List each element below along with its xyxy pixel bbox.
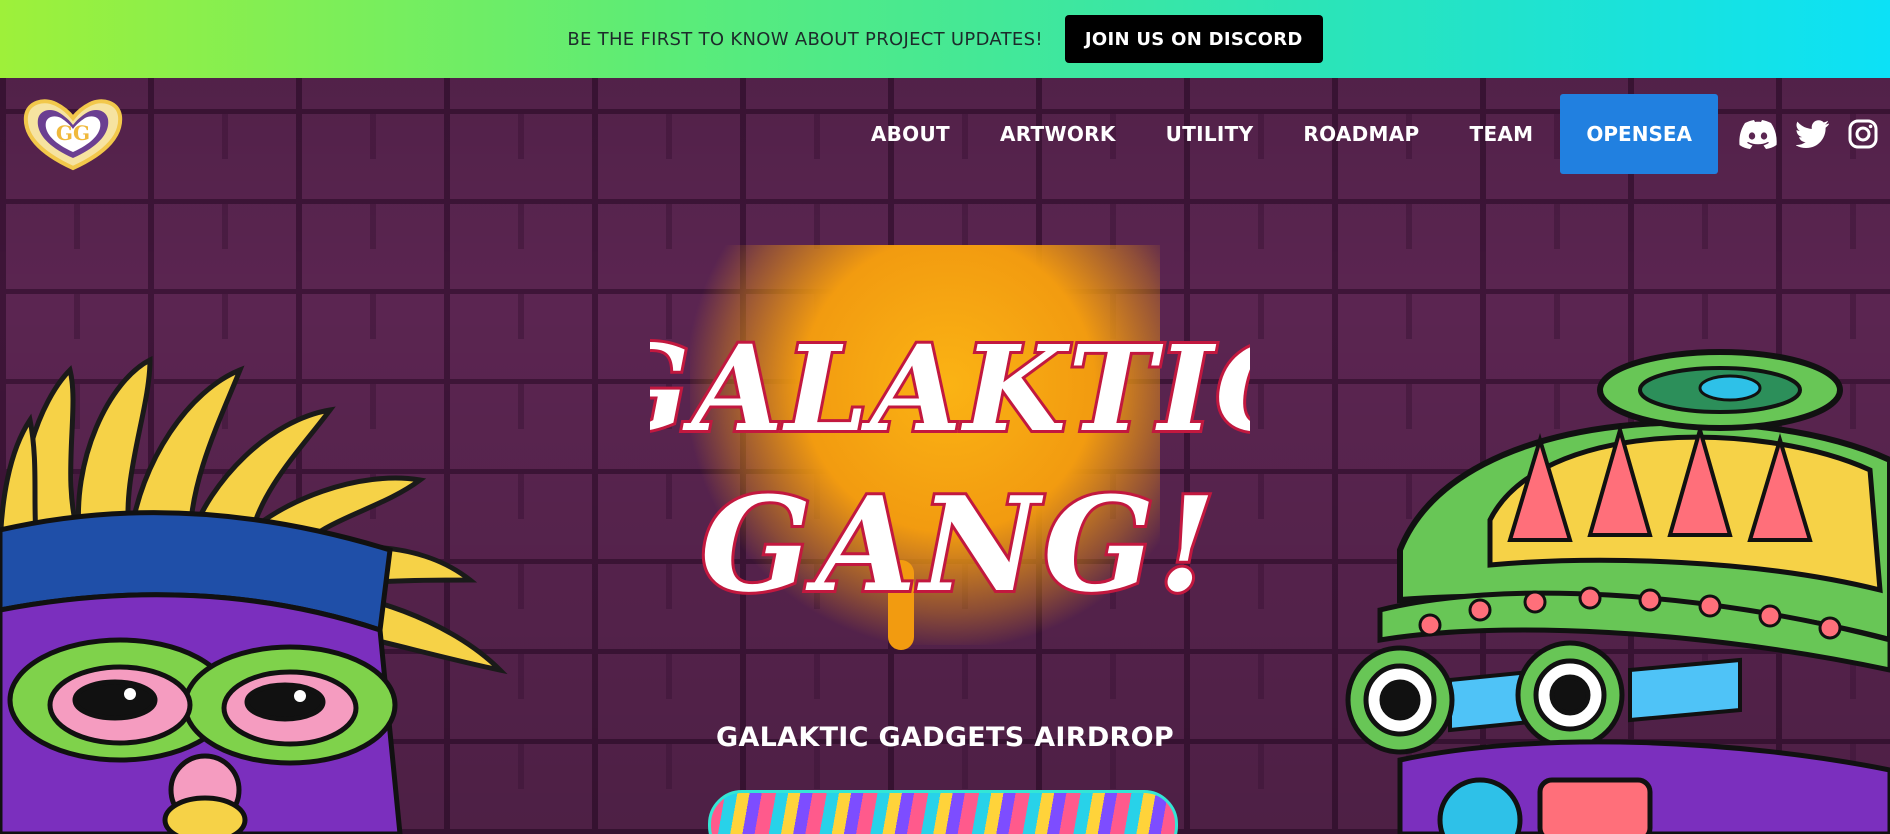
svg-text:GANG!: GANG! [701,468,1220,621]
nav-about-link[interactable]: ABOUT [846,122,975,146]
left-character-illustration [0,355,508,834]
svg-text:GG: GG [56,121,90,145]
announcement-bar: BE THE FIRST TO KNOW ABOUT PROJECT UPDAT… [0,0,1890,78]
nav-artwork-link[interactable]: ARTWORK [975,122,1141,146]
opensea-button[interactable]: OPENSEA [1560,94,1718,174]
twitter-icon[interactable] [1796,120,1830,148]
nav-utility-link[interactable]: UTILITY [1141,122,1279,146]
join-discord-button[interactable]: JOIN US ON DISCORD [1064,15,1323,63]
nav-team-link[interactable]: TEAM [1445,122,1559,146]
instagram-icon[interactable] [1848,119,1878,149]
galaktic-gang-wordmark: GALAKTIC GANG! [650,316,1250,624]
airdrop-banner-button[interactable] [708,790,1178,834]
social-links [1738,119,1878,149]
right-character-illustration [1345,349,1890,834]
main-nav: ABOUT ARTWORK UTILITY ROADMAP TEAM OPENS… [846,94,1890,174]
galaktic-gang-logo[interactable]: GG [18,94,128,172]
svg-text:GALAKTIC: GALAKTIC [650,319,1250,458]
nav-roadmap-link[interactable]: ROADMAP [1278,122,1444,146]
announcement-text: BE THE FIRST TO KNOW ABOUT PROJECT UPDAT… [567,28,1043,50]
discord-icon[interactable] [1738,119,1778,149]
